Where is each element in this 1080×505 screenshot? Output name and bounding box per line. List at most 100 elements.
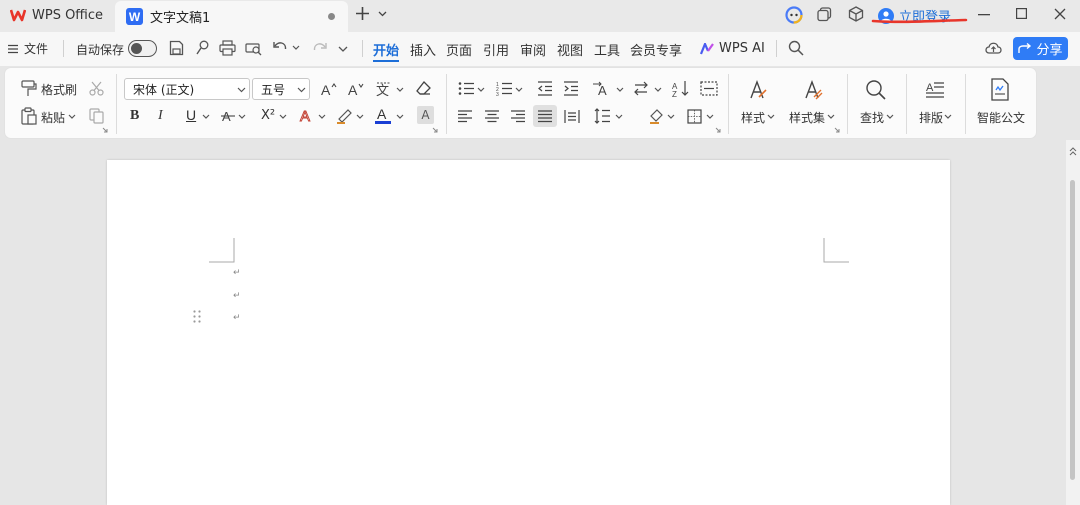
font-color-icon[interactable]: A xyxy=(375,106,391,125)
scroll-up-icon[interactable] xyxy=(1069,147,1077,156)
format-painter-button[interactable]: 格式刷 xyxy=(41,81,77,98)
cut-icon[interactable] xyxy=(89,81,104,96)
chevron-down-icon[interactable] xyxy=(356,114,364,119)
search-icon[interactable] xyxy=(788,40,804,56)
find-button[interactable]: 查找 xyxy=(860,109,884,126)
italic-button[interactable]: I xyxy=(158,108,163,124)
chevron-down-icon[interactable] xyxy=(886,114,894,119)
paste-button[interactable]: 粘贴 xyxy=(41,109,65,126)
layout-button[interactable]: 排版 xyxy=(919,109,943,126)
bold-button[interactable]: B xyxy=(130,108,139,124)
tab-wps-ai[interactable]: WPS AI xyxy=(700,41,765,56)
print-icon[interactable] xyxy=(219,40,236,56)
chevron-down-icon[interactable] xyxy=(477,87,485,92)
scrollbar-thumb[interactable] xyxy=(1070,180,1075,480)
save-icon[interactable] xyxy=(169,40,184,56)
chevron-down-icon[interactable] xyxy=(827,114,835,119)
tab-reference[interactable]: 引用 xyxy=(483,40,509,59)
dialog-launcher-icon[interactable] xyxy=(432,127,438,133)
chevron-down-icon[interactable] xyxy=(396,87,404,92)
chevron-down-icon[interactable] xyxy=(202,114,210,119)
paragraph-shading-icon[interactable] xyxy=(647,107,665,124)
official-document-button[interactable]: 智能公文 xyxy=(977,109,1025,126)
chevron-down-icon[interactable] xyxy=(318,114,326,119)
document-page[interactable]: ↵ ↵ ↵ xyxy=(107,160,950,505)
distribute-icon[interactable] xyxy=(564,109,580,124)
decrease-font-size-icon[interactable]: A xyxy=(348,81,364,97)
character-shading-button[interactable]: A xyxy=(417,106,434,124)
link-share-icon[interactable] xyxy=(195,40,210,56)
style-sets-button[interactable]: 样式集 xyxy=(789,109,825,126)
minimize-icon[interactable] xyxy=(978,14,990,16)
chevron-down-icon[interactable] xyxy=(616,87,624,92)
window-tile-icon[interactable] xyxy=(817,7,832,22)
chevron-down-icon[interactable] xyxy=(68,114,76,119)
chevron-down-icon[interactable] xyxy=(667,114,675,119)
redo-icon[interactable] xyxy=(312,41,327,55)
sort-icon[interactable]: AZ xyxy=(672,80,690,97)
close-window-icon[interactable] xyxy=(1054,8,1066,20)
styles-button[interactable]: 样式 xyxy=(741,109,765,126)
align-right-icon[interactable] xyxy=(511,110,525,123)
numbered-list-icon[interactable]: 123 xyxy=(496,81,512,96)
tab-tools[interactable]: 工具 xyxy=(594,40,620,59)
decrease-indent-icon[interactable] xyxy=(537,81,553,96)
wps-home-tab[interactable]: WPS Office xyxy=(0,0,112,30)
borders-icon[interactable] xyxy=(687,109,702,124)
strikethrough-icon[interactable]: A xyxy=(221,108,235,123)
swap-direction-icon[interactable] xyxy=(633,81,649,96)
chevron-down-icon[interactable] xyxy=(615,114,623,119)
cube-icon[interactable] xyxy=(848,6,864,22)
drag-handle-icon[interactable] xyxy=(193,310,201,323)
dialog-launcher-icon[interactable] xyxy=(715,127,721,133)
share-button[interactable]: 分享 xyxy=(1013,37,1068,60)
clear-formatting-icon[interactable] xyxy=(415,80,432,97)
autosave-toggle[interactable] xyxy=(128,40,157,57)
pinyin-guide-icon[interactable]: 文 xyxy=(375,80,393,97)
maximize-icon[interactable] xyxy=(1016,8,1027,19)
tab-view[interactable]: 视图 xyxy=(557,40,583,59)
document-tab[interactable]: W 文字文稿1 xyxy=(115,1,348,32)
align-center-icon[interactable] xyxy=(485,110,499,123)
align-left-icon[interactable] xyxy=(458,110,472,123)
bullet-list-icon[interactable] xyxy=(458,81,474,96)
new-tab-button[interactable] xyxy=(355,6,387,21)
file-menu[interactable]: 文件 xyxy=(8,40,48,57)
chevron-down-icon[interactable] xyxy=(706,114,714,119)
show-marks-icon[interactable] xyxy=(700,81,718,96)
login-button[interactable]: 立即登录 xyxy=(878,6,951,25)
share-cloud-icon[interactable] xyxy=(985,40,1002,56)
chevron-down-icon[interactable] xyxy=(515,87,523,92)
dialog-launcher-icon[interactable] xyxy=(834,127,840,133)
highlight-icon[interactable] xyxy=(336,107,354,124)
chevron-down-icon[interactable] xyxy=(654,87,662,92)
undo-button[interactable] xyxy=(273,40,300,54)
font-name-select[interactable]: 宋体 (正文) xyxy=(124,78,250,100)
tab-member[interactable]: 会员专享 xyxy=(630,40,682,59)
ai-assistant-icon[interactable] xyxy=(785,6,803,24)
chevron-down-icon[interactable] xyxy=(279,114,287,119)
line-spacing-icon[interactable] xyxy=(594,108,610,124)
text-direction-icon[interactable]: A xyxy=(592,80,612,97)
more-chevron-icon[interactable] xyxy=(338,46,348,52)
tab-home[interactable]: 开始 xyxy=(373,40,399,59)
tab-review[interactable]: 审阅 xyxy=(520,40,546,59)
chevron-down-icon[interactable] xyxy=(396,114,404,119)
vertical-scrollbar[interactable] xyxy=(1066,140,1080,505)
close-tab-icon[interactable] xyxy=(328,13,335,20)
dialog-launcher-icon[interactable] xyxy=(102,127,108,133)
underline-button[interactable]: U xyxy=(186,107,196,123)
chevron-down-icon[interactable] xyxy=(944,114,952,119)
text-effects-icon[interactable]: A xyxy=(299,107,315,123)
font-size-select[interactable]: 五号 xyxy=(252,78,310,100)
tab-insert[interactable]: 插入 xyxy=(410,40,436,59)
chevron-down-icon[interactable] xyxy=(767,114,775,119)
chevron-down-icon[interactable] xyxy=(238,114,246,119)
increase-indent-icon[interactable] xyxy=(563,81,579,96)
increase-font-size-icon[interactable]: A xyxy=(321,81,337,97)
copy-icon[interactable] xyxy=(89,108,104,124)
print-preview-icon[interactable] xyxy=(245,40,262,56)
justify-button[interactable] xyxy=(533,105,557,127)
tab-page[interactable]: 页面 xyxy=(446,40,472,59)
superscript-button[interactable]: X² xyxy=(261,108,275,123)
